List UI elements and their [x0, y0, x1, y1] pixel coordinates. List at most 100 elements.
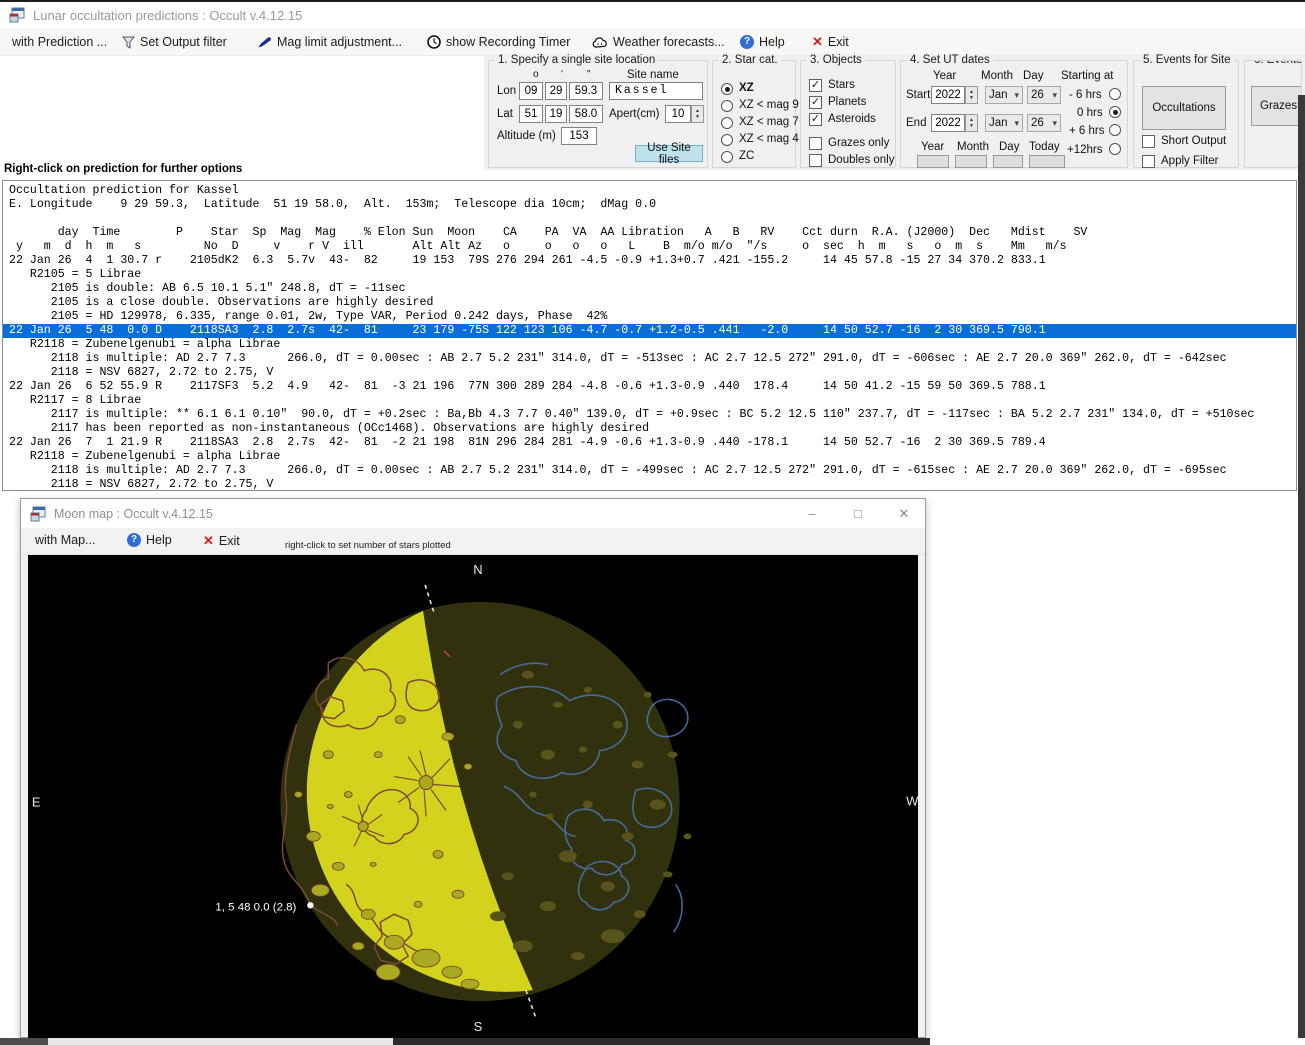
moon-window-title: Moon map : Occult v.4.12.15 — [54, 507, 213, 521]
start-year-spinner[interactable]: ▲▼ — [965, 86, 978, 104]
panel-star-cat: 2. Star cat. XZ XZ < mag 9 XZ < mag 7 XZ… — [712, 60, 796, 168]
start-day-combo[interactable]: 26▾ — [1027, 86, 1061, 104]
radio-xz-mag7[interactable] — [721, 117, 733, 129]
site-name-field[interactable]: Kassel — [609, 82, 703, 100]
moon-graphic: 1, 5 48 0.0 (2.8) N S E W — [28, 555, 918, 1038]
quick-month-button[interactable] — [955, 155, 987, 168]
radio-xz-mag4[interactable] — [721, 134, 733, 146]
lon-min-field[interactable]: 29 — [545, 82, 567, 100]
pen-icon — [258, 36, 272, 49]
apert-label: Apert(cm) — [609, 108, 659, 120]
radio-plus-12hrs[interactable] — [1109, 143, 1121, 155]
prediction-line[interactable]: 22 Jan 26 6 52 55.9 R 2117SF3 5.2 4.9 42… — [3, 380, 1296, 394]
prediction-line[interactable]: 22 Jan 26 5 48 0.0 D 2118SA3 2.8 2.7s 42… — [3, 324, 1296, 338]
prediction-line[interactable]: 2118 is multiple: AD 2.7 7.3 266.0, dT =… — [3, 352, 1296, 366]
checkbox-short-output[interactable] — [1142, 135, 1155, 148]
occultations-button[interactable]: Occultations — [1142, 86, 1226, 130]
prediction-line[interactable]: 2118 is multiple: AD 2.7 7.3 266.0, dT =… — [3, 464, 1296, 478]
close-button[interactable]: ✕ — [889, 499, 919, 528]
moon-map-window: Moon map : Occult v.4.12.15 – □ ✕ with M… — [20, 498, 926, 1038]
checkbox-apply-filter[interactable] — [1142, 155, 1155, 168]
altitude-field[interactable]: 153 — [561, 127, 597, 145]
panel-events-for-site: 5. Events for Site Occultations Short Ou… — [1133, 60, 1239, 168]
lon-deg-field[interactable]: 09 — [519, 82, 543, 100]
toolbar-weather-forecasts[interactable]: Weather forecasts... — [592, 33, 725, 51]
quick-today-button[interactable] — [1029, 155, 1065, 168]
prediction-line[interactable] — [3, 212, 1296, 226]
toolbar-recording-timer[interactable]: show Recording Timer — [427, 33, 570, 51]
checkbox-planets[interactable]: ✓ — [809, 96, 822, 109]
panel-events-around-path: 6. Events ar Grazes — [1244, 60, 1302, 168]
checkbox-asteroids[interactable]: ✓ — [809, 113, 822, 126]
prediction-line[interactable]: R2118 = Zubenelgenubi = alpha Librae — [3, 338, 1296, 352]
lat-label: Lat — [497, 108, 513, 120]
compass-north: N — [473, 562, 482, 577]
compass-south: S — [474, 1019, 483, 1034]
prediction-line[interactable]: 2117 has been reported as non-instantane… — [3, 422, 1296, 436]
prediction-hint: Right-click on prediction for further op… — [4, 163, 242, 175]
compass-east: E — [32, 794, 41, 809]
radio-plus-6hrs[interactable] — [1109, 124, 1121, 136]
clock-icon — [427, 35, 441, 49]
apert-field[interactable]: 10 — [665, 105, 691, 123]
prediction-line[interactable]: R2105 = 5 Librae — [3, 268, 1296, 282]
prediction-line[interactable]: 2118 = NSV 6827, 2.72 to 2.75, V — [3, 478, 1296, 491]
radio-zc[interactable] — [721, 151, 733, 163]
radio-xz[interactable] — [721, 83, 733, 95]
prediction-line[interactable]: Occultation prediction for Kassel — [3, 184, 1296, 198]
toolbar-set-output-filter[interactable]: Set Output filter — [122, 33, 227, 51]
star-marker — [307, 902, 313, 908]
prediction-line[interactable]: 2105 = HD 129978, 6.335, range 0.01, 2w,… — [3, 310, 1296, 324]
exit-icon: ✕ — [812, 34, 823, 50]
start-year-field[interactable]: 2022 — [931, 86, 965, 104]
lat-deg-field[interactable]: 51 — [519, 105, 543, 123]
grazes-button[interactable]: Grazes — [1251, 86, 1302, 126]
apert-spinner[interactable]: ▲▼ — [691, 105, 704, 123]
prediction-line[interactable]: day Time P Star Sp Mag Mag % Elon Sun Mo… — [3, 226, 1296, 240]
radio-xz-mag9[interactable] — [721, 100, 733, 112]
main-titlebar: Lunar occultation predictions : Occult v… — [0, 2, 1305, 28]
use-site-files-button[interactable]: Use Site files — [635, 145, 703, 162]
moon-menubar: with Map... ? Help ✕ Exit right-click to… — [21, 528, 925, 555]
toolbar-mag-limit[interactable]: Mag limit adjustment... — [258, 33, 402, 51]
end-year-spinner[interactable]: ▲▼ — [965, 114, 978, 132]
lat-min-field[interactable]: 19 — [545, 105, 567, 123]
moon-map-canvas[interactable]: 1, 5 48 0.0 (2.8) N S E W — [28, 555, 918, 1038]
moon-menu-with-map[interactable]: with Map... — [35, 533, 95, 547]
end-day-combo[interactable]: 26▾ — [1027, 114, 1061, 132]
radio-0hrs[interactable] — [1109, 106, 1121, 118]
prediction-line[interactable]: 22 Jan 26 7 1 21.9 R 2118SA3 2.8 2.7s 42… — [3, 436, 1296, 450]
moon-menu-exit[interactable]: ✕ Exit — [203, 533, 240, 549]
panel-objects: 3. Objects ✓ Stars ✓ Planets ✓ Asteroids… — [800, 60, 896, 168]
checkbox-grazes-only[interactable] — [809, 137, 822, 150]
prediction-line[interactable]: E. Longitude 9 29 59.3, Latitude 51 19 5… — [3, 198, 1296, 212]
start-month-combo[interactable]: Jan▾ — [985, 86, 1023, 104]
lat-sec-field[interactable]: 58.0 — [569, 105, 603, 123]
moon-menu-help[interactable]: ? Help — [127, 533, 172, 547]
checkbox-doubles-only[interactable] — [809, 154, 822, 167]
prediction-list[interactable]: Occultation prediction for KasselE. Long… — [2, 180, 1297, 491]
toolbar-help[interactable]: ? Help — [740, 33, 785, 51]
taskbar-segment-light — [48, 1038, 393, 1045]
maximize-button[interactable]: □ — [843, 499, 873, 528]
prediction-line[interactable]: y m d h m s No D v r V ill Alt Alt Az o … — [3, 240, 1296, 254]
prediction-line[interactable]: 2105 is double: AB 6.5 10.1 5.1" 248.8, … — [3, 282, 1296, 296]
end-year-field[interactable]: 2022 — [931, 114, 965, 132]
toolbar-exit[interactable]: ✕ Exit — [812, 33, 849, 51]
lon-sec-field[interactable]: 59.3 — [569, 82, 603, 100]
quick-day-button[interactable] — [993, 155, 1023, 168]
minimize-button[interactable]: – — [797, 499, 827, 528]
prediction-line[interactable]: R2117 = 8 Librae — [3, 394, 1296, 408]
prediction-line[interactable]: 2118 = NSV 6827, 2.72 to 2.75, V — [3, 366, 1296, 380]
quick-year-button[interactable] — [917, 155, 949, 168]
radio-minus-6hrs[interactable] — [1109, 88, 1121, 100]
prediction-line[interactable]: 2105 is a close double. Observations are… — [3, 296, 1296, 310]
prediction-line[interactable]: 22 Jan 26 4 1 30.7 r 2105dK2 6.3 5.7v 43… — [3, 254, 1296, 268]
toolbar-with-prediction[interactable]: with Prediction ... — [12, 33, 107, 51]
min-symbol: ' — [561, 69, 563, 80]
exit-icon: ✕ — [203, 533, 214, 549]
end-month-combo[interactable]: Jan▾ — [985, 114, 1023, 132]
checkbox-stars[interactable]: ✓ — [809, 79, 822, 92]
prediction-line[interactable]: R2118 = Zubenelgenubi = alpha Librae — [3, 450, 1296, 464]
prediction-line[interactable]: 2117 is multiple: ** 6.1 6.1 0.10" 90.0,… — [3, 408, 1296, 422]
